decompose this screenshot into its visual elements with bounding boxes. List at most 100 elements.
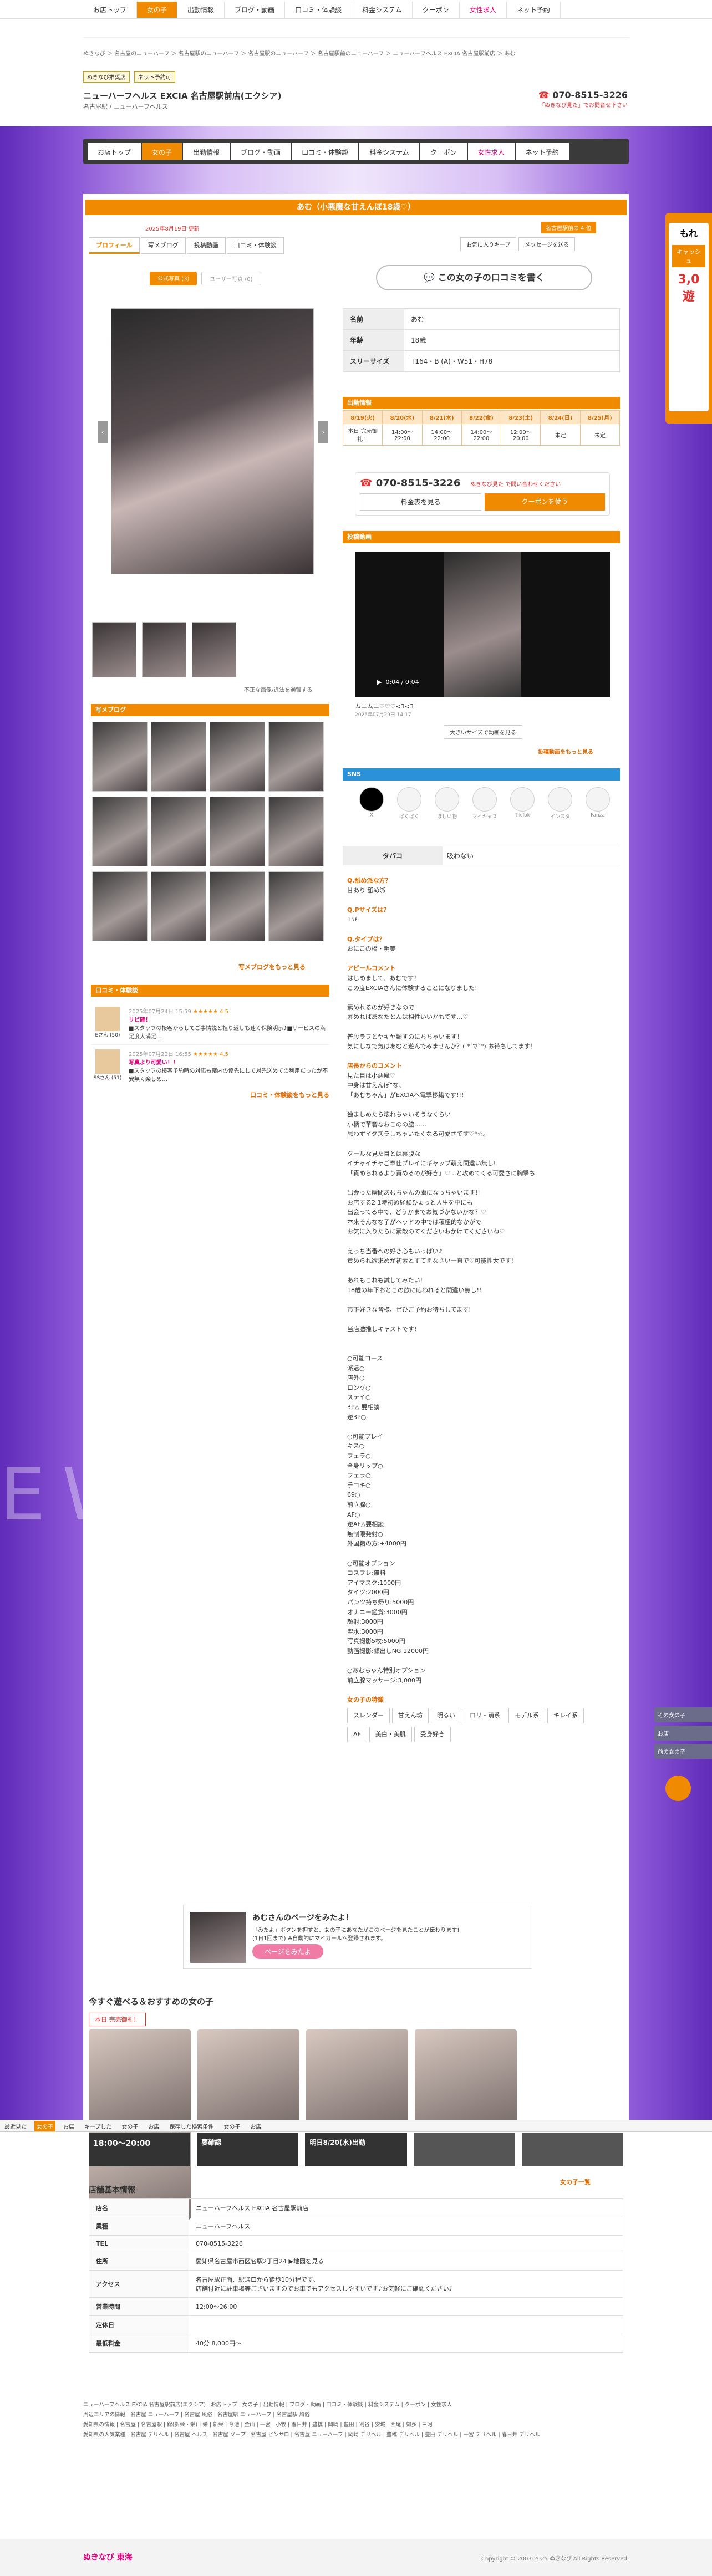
shop-nav-item[interactable]: 口コミ・体験談 (292, 143, 359, 160)
page-top-button[interactable] (665, 1776, 691, 1801)
bottom-bar-item[interactable]: 女の子 (119, 2121, 140, 2131)
shop-name[interactable]: ニューハーフヘルス EXCIA 名古屋駅前店(エクシア) (83, 90, 281, 101)
tab-review[interactable]: 口コミ・体験談 (226, 237, 284, 254)
shop-nav-item[interactable]: ネット予約 (515, 143, 569, 160)
shop-nav-item[interactable]: 女の子 (142, 143, 182, 160)
nav-item[interactable]: 口コミ・体験談 (285, 2, 353, 18)
bottom-bar-item[interactable]: 女の子 (221, 2121, 242, 2131)
bottom-bar-item[interactable]: キープした (82, 2121, 114, 2131)
sns-icon[interactable] (586, 787, 610, 812)
side-campaign-widget[interactable]: もれ キャッシュ 3,0 遊 (665, 213, 712, 424)
bottom-bar-item[interactable]: 最近見た (2, 2121, 29, 2131)
photo-thumb[interactable] (141, 622, 186, 677)
float-prev[interactable]: 前の女の子 (654, 1744, 712, 1759)
shop-nav-item[interactable]: 出勤情報 (183, 143, 230, 160)
blog-photo[interactable] (210, 871, 265, 941)
shop-nav-item[interactable]: ブログ・動画 (231, 143, 291, 160)
video-player[interactable]: ▶ 0:04 / 0:04 (355, 552, 610, 697)
nav-item[interactable]: クーポン (413, 2, 460, 18)
sns-icon[interactable] (548, 787, 572, 812)
official-photos-tab[interactable]: 公式写真 (3) (150, 272, 197, 285)
tab-blog[interactable]: 写メブログ (140, 237, 186, 254)
bottom-bar-item[interactable]: お店 (248, 2121, 263, 2131)
blog-photo[interactable] (151, 722, 206, 792)
info-value[interactable]: 愛知県名古屋市西区名駅2丁目24 ▶地図を見る (189, 2252, 623, 2271)
schedule-phone[interactable]: ☎ 070-8515-3226 (360, 477, 460, 489)
shop-nav-item[interactable]: クーポン (420, 143, 467, 160)
sns-icon[interactable] (472, 787, 497, 812)
review-item[interactable]: Eさん (50) 2025年07月24日 15:59 ★★★★★ 4.5 リピ確… (91, 1002, 329, 1045)
tab-profile[interactable]: プロフィール (89, 237, 140, 254)
rec-card[interactable] (89, 2029, 191, 2124)
sns-icon[interactable] (510, 787, 535, 812)
bottom-bar-item[interactable]: 女の子 (34, 2120, 55, 2131)
message-button[interactable]: メッセージを送る (518, 237, 576, 251)
info-value[interactable]: ニューハーフヘルス EXCIA 名古屋駅前店 (189, 2198, 623, 2217)
visited-button[interactable]: ページをみたよ (252, 1944, 323, 1959)
prev-photo-arrow[interactable]: ‹ (98, 421, 108, 443)
footer-links-genre[interactable]: 愛知県の人気業種 | 名古屋 デリヘル | 名古屋 ヘルス | 名古屋 ソープ … (83, 2430, 629, 2440)
nav-item[interactable]: 女性求人 (460, 2, 507, 18)
next-photo-arrow[interactable]: › (318, 421, 328, 443)
blog-photo[interactable] (268, 797, 324, 866)
blog-photo[interactable] (92, 797, 148, 866)
nav-item[interactable]: 料金システム (352, 2, 413, 18)
float-girl[interactable]: その女の子 (654, 1707, 712, 1722)
rec-card[interactable] (306, 2029, 408, 2124)
more-girls-link[interactable]: 女の子一覧 (560, 2177, 591, 2186)
girl-main-photo[interactable] (111, 308, 314, 574)
favorite-button[interactable]: お気に入りキープ (460, 237, 517, 251)
nav-item[interactable]: お店トップ (83, 2, 138, 18)
more-reviews-link[interactable]: 口コミ・体験談をもっと見る (91, 1090, 329, 1099)
bottom-bar-item[interactable]: お店 (61, 2121, 77, 2131)
tab-video[interactable]: 投稿動画 (186, 237, 226, 254)
photo-thumb[interactable] (191, 622, 236, 677)
nav-item[interactable]: 女の子 (137, 2, 178, 18)
price-table-button[interactable]: 料金表を見る (360, 493, 481, 511)
coupon-button[interactable]: クーポンを使う (485, 493, 605, 511)
rec-card[interactable] (415, 2029, 517, 2124)
bottom-bar-item[interactable]: 保存した検索条件 (167, 2121, 216, 2131)
float-shop[interactable]: お店 (654, 1726, 712, 1741)
shop-nav-item[interactable]: 女性求人 (467, 143, 515, 160)
photo-report-link[interactable]: 不正な画像/違法を通報する (244, 685, 312, 693)
blog-photo[interactable] (210, 722, 265, 792)
review-item[interactable]: SSさん (51) 2025年07月22日 16:55 ★★★★★ 4.5 写真… (91, 1045, 329, 1087)
rec-card[interactable] (197, 2029, 299, 2124)
shop-nav-item[interactable]: 料金システム (359, 143, 419, 160)
nav-item[interactable]: ネット予約 (507, 2, 561, 18)
footer-links-shop[interactable]: ニューハーフヘルス EXCIA 名古屋駅前店(エクシア) | お店トップ | 女… (83, 2400, 629, 2410)
footer-links-pref[interactable]: 愛知県の情報 | 名古屋 | 名古屋駅 | 錦(新栄・栄) | 栄 | 新栄 |… (83, 2420, 629, 2430)
user-photos-tab[interactable]: ユーザー写真 (0) (201, 272, 261, 285)
blog-photo[interactable] (92, 871, 148, 941)
footer-links-area[interactable]: 周辺エリアの情報 | 名古屋 ニューハーフ | 名古屋 風俗 | 名古屋駅 ニュ… (83, 2410, 629, 2420)
sns-item[interactable]: インスタ (543, 787, 577, 820)
blog-photo[interactable] (268, 871, 324, 941)
schedule-phone-number[interactable]: 070-8515-3226 (376, 477, 461, 489)
shop-nav-item[interactable]: お店トップ (88, 143, 141, 160)
phone-number[interactable]: 070-8515-3226 (552, 90, 628, 100)
sns-item[interactable]: マイキャス (468, 787, 501, 820)
bottom-bar-item[interactable]: お店 (146, 2121, 161, 2131)
blog-photo[interactable] (268, 722, 324, 792)
large-video-button[interactable]: 大きいサイズで動画を見る (444, 725, 522, 739)
blog-photo[interactable] (210, 797, 265, 866)
sns-item[interactable]: ぱくぱく (393, 787, 426, 820)
more-blog-link[interactable]: 写メブログをもっと見る (238, 962, 306, 971)
sns-item[interactable]: X (355, 787, 388, 820)
sns-item[interactable]: ほしい物 (430, 787, 464, 820)
blog-photo[interactable] (151, 871, 206, 941)
footer-logo[interactable]: ぬきなび 東海 (83, 2552, 133, 2563)
video-controls[interactable]: ▶ 0:04 / 0:04 (377, 679, 419, 686)
photo-thumb[interactable] (92, 622, 136, 677)
sns-item[interactable]: TikTok (506, 787, 539, 820)
blog-photo[interactable] (151, 797, 206, 866)
nav-item[interactable]: 出勤情報 (177, 2, 225, 18)
shop-phone[interactable]: ☎ 070-8515-3226 「ぬきなび見た」でお問合せ下さい (538, 90, 628, 109)
sns-icon[interactable] (359, 787, 384, 812)
play-icon[interactable]: ▶ (377, 679, 382, 686)
blog-photo[interactable] (92, 722, 148, 792)
write-review-button[interactable]: 💬 この女の子の口コミを書く (376, 265, 592, 290)
sns-icon[interactable] (435, 787, 459, 812)
nav-item[interactable]: ブログ・動画 (225, 2, 286, 18)
